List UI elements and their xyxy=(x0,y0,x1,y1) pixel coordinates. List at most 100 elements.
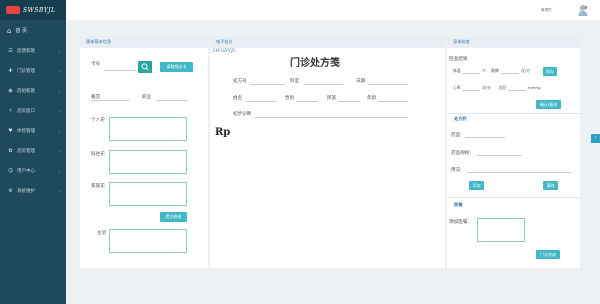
sidebar-item-3[interactable]: ⚕ 药房窗口 › xyxy=(0,101,66,121)
rx-number-label: 处方号 xyxy=(233,79,247,84)
chevron-right-icon: › xyxy=(58,48,60,54)
search-icon xyxy=(141,63,149,71)
chevron-right-icon: › xyxy=(58,88,60,94)
heart-rate-unit: 次/分 xyxy=(482,85,491,90)
exam-header: 身体检查 xyxy=(447,36,580,48)
chevron-right-icon: › xyxy=(58,68,60,74)
temperature-unit: ℃ xyxy=(482,68,487,73)
save-button[interactable]: 保存 xyxy=(543,67,557,76)
sidebar-item-0[interactable]: ☰ 反馈新歌 › xyxy=(0,41,66,61)
patient-info-panel: 患者基本信息 卡号 读取就诊卡 籍贯 职业 个人史 既往史 家族史 提交修改 主… xyxy=(80,36,208,268)
clear-drug-button[interactable]: 清除 xyxy=(543,181,558,190)
heart-rate-input[interactable] xyxy=(462,90,480,91)
native-place-input[interactable] xyxy=(91,100,129,101)
submit-changes-button[interactable]: 提交修改 xyxy=(160,212,187,222)
sidebar: SWSBYJL ⌂ 首 页 ☰ 反馈新歌 › ✚ 门诊管理 › ◉ 药组新歌 › ⚕ 药房窗口 › ♥ 体… xyxy=(0,0,66,304)
username[interactable]: 管理员 xyxy=(541,8,552,13)
sidebar-item-label: 药组新歌 xyxy=(17,89,35,94)
pulse-label: 脉搏 xyxy=(491,68,499,73)
user-icon: ☺ xyxy=(8,168,14,174)
pulse-input[interactable] xyxy=(501,73,519,74)
patient-info-header: 患者基本信息 xyxy=(80,36,208,48)
date-label: 日期 xyxy=(356,79,366,84)
blood-pressure-unit: mmHg xyxy=(528,85,541,90)
age-field xyxy=(378,101,408,102)
drug-spec-input[interactable] xyxy=(477,155,522,156)
sidebar-item-5[interactable]: ✿ 药房管理 › xyxy=(0,141,66,161)
sidebar-item-4[interactable]: ♥ 体检管理 › xyxy=(0,121,66,141)
search-button[interactable] xyxy=(138,61,152,73)
sidebar-item-2[interactable]: ◉ 药组新歌 › xyxy=(0,81,66,101)
drug-icon: ✿ xyxy=(8,148,13,154)
diagnosis-field xyxy=(254,117,408,118)
rx-symbol: Rp xyxy=(215,127,231,138)
ethnicity-label: 民族 xyxy=(327,96,337,101)
clinic-icon: ✚ xyxy=(8,68,13,74)
sidebar-home[interactable]: ⌂ 首 页 xyxy=(0,20,66,41)
chief-complaint-label: 主诉 xyxy=(97,231,107,236)
read-card-button[interactable]: 读取就诊卡 xyxy=(160,62,193,72)
pill-icon: ◉ xyxy=(8,88,13,94)
add-drug-button[interactable]: 添加 xyxy=(469,181,484,190)
exam-drug-divider xyxy=(447,113,580,114)
sidebar-home-label: 首 页 xyxy=(15,28,28,34)
checkup-icon: ♥ xyxy=(8,128,13,134)
personal-history-textarea[interactable] xyxy=(109,117,187,141)
sidebar-item-7[interactable]: ⚙ 系统维护 › xyxy=(0,181,66,201)
home-icon: ⌂ xyxy=(7,26,12,35)
finish-clinic-button[interactable]: 门诊完成 xyxy=(536,250,560,259)
chevron-right-icon: › xyxy=(58,148,60,154)
add-advice-label: 添加医嘱: xyxy=(449,220,469,225)
drug-spec-label: 药品规格: xyxy=(451,151,471,156)
job-input[interactable] xyxy=(156,100,188,101)
heartbeat-logo-icon xyxy=(6,6,20,14)
sidebar-item-label: 反馈新歌 xyxy=(17,49,35,54)
confirm-change-button[interactable]: 确认/更改 xyxy=(536,100,561,109)
department-field xyxy=(303,84,343,85)
side-toggle-button[interactable]: ‹ xyxy=(591,134,600,143)
chevron-right-icon: › xyxy=(58,108,60,114)
temperature-input[interactable] xyxy=(462,73,480,74)
sidebar-item-label: 系统维护 xyxy=(17,189,35,194)
drug-usage-input[interactable] xyxy=(467,172,571,173)
chevron-right-icon: › xyxy=(58,168,60,174)
sidebar-item-1[interactable]: ✚ 门诊管理 › xyxy=(0,61,66,81)
family-history-textarea[interactable] xyxy=(109,182,187,206)
pharmacy-icon: ⚕ xyxy=(9,108,12,114)
exam-result-label: 检查结果: xyxy=(449,57,469,62)
drug-name-input[interactable] xyxy=(465,137,505,138)
user-avatar-icon[interactable] xyxy=(578,4,588,16)
past-history-label: 既往史 xyxy=(91,152,105,157)
drug-advice-divider xyxy=(447,197,580,198)
drug-usage-label: 用法: xyxy=(451,168,462,173)
card-number-label: 卡号 xyxy=(91,62,101,67)
personal-history-label: 个人史 xyxy=(91,118,105,123)
advice-textarea[interactable] xyxy=(477,218,525,242)
prescription-title: 门诊处方笺 xyxy=(290,58,340,69)
logo[interactable]: SWSBYJL xyxy=(0,0,66,20)
blood-pressure-label: 血压 xyxy=(499,85,507,90)
family-history-label: 家族史 xyxy=(91,184,105,189)
department-label: 科室 xyxy=(290,79,300,84)
sidebar-item-label: 门诊管理 xyxy=(17,69,35,74)
blood-pressure-input[interactable] xyxy=(508,90,526,91)
ethnicity-field xyxy=(338,101,360,102)
drug-name-label: 药品: xyxy=(451,133,462,138)
card-number-input[interactable] xyxy=(104,70,136,71)
past-history-textarea[interactable] xyxy=(109,150,187,174)
sidebar-item-6[interactable]: ☺ 用户中心 › xyxy=(0,161,66,181)
chevron-right-icon: › xyxy=(58,128,60,134)
gender-label: 性别 xyxy=(285,96,295,101)
settings-icon: ⚙ xyxy=(8,188,13,194)
pulse-unit: 次/分 xyxy=(521,68,530,73)
name-label: 姓名 xyxy=(233,96,243,101)
diagnosis-label: 初步诊断 xyxy=(233,112,252,117)
sidebar-item-label: 体检管理 xyxy=(17,129,35,134)
age-label: 年龄 xyxy=(367,96,377,101)
sidebar-item-label: 药房管理 xyxy=(17,149,35,154)
chief-complaint-textarea[interactable] xyxy=(109,229,187,253)
gender-field xyxy=(296,101,318,102)
exam-panel: 身体检查 检查结果: 体温 ℃ 脉搏 次/分 保存 心率 次/分 血压 mmHg… xyxy=(447,36,580,268)
date-field xyxy=(368,84,408,85)
prescription-panel: 电子处方 SWSBYJL 门诊处方笺 处方号 科室 日期 姓名 性别 民族 年龄… xyxy=(210,36,445,268)
